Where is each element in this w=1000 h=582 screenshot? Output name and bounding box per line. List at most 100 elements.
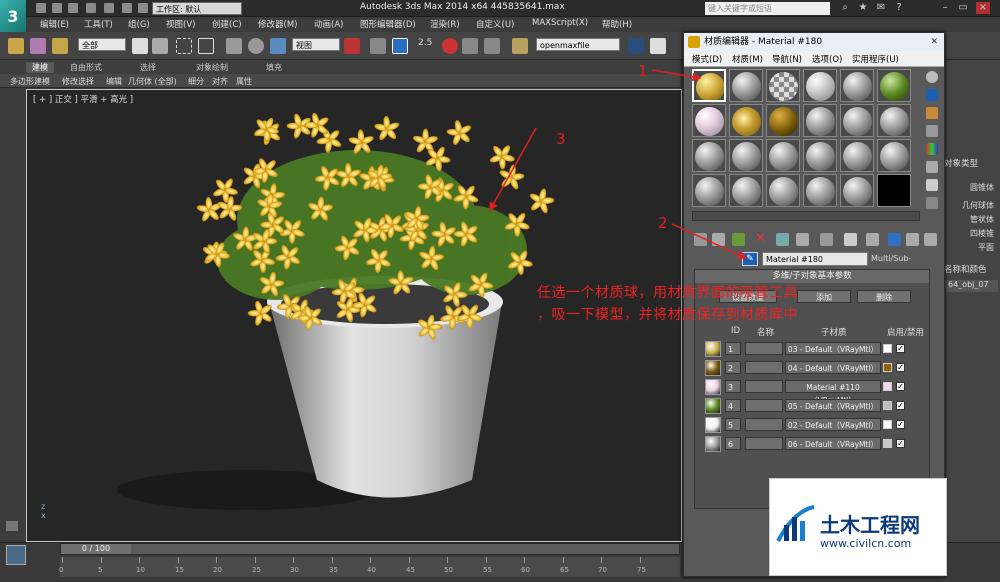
close-icon[interactable]: × bbox=[976, 2, 990, 14]
track-bar[interactable]: 0 5 10 15 20 25 30 35 40 45 50 55 60 65 70 75 bbox=[59, 557, 680, 577]
submaterial-id[interactable]: 3 bbox=[725, 380, 741, 393]
put-to-scene-icon[interactable] bbox=[712, 233, 725, 246]
ribbon-polygon-modeling[interactable]: 多边形建模 bbox=[10, 76, 50, 87]
options-icon[interactable] bbox=[926, 179, 938, 191]
assign-to-selection-icon[interactable] bbox=[732, 233, 745, 246]
video-color-check-icon[interactable] bbox=[926, 143, 938, 155]
material-name-field[interactable]: Material #180 bbox=[762, 252, 868, 266]
hold-icon[interactable] bbox=[122, 3, 132, 13]
search-icon[interactable]: ⌕ bbox=[838, 2, 852, 14]
slot-scrollbar-horizontal[interactable] bbox=[692, 211, 920, 221]
snap-toggle-label[interactable]: 2.5 bbox=[418, 38, 432, 48]
me-menu-material[interactable]: 材质(M) bbox=[732, 53, 763, 65]
select-by-material-icon[interactable] bbox=[926, 197, 938, 209]
rect-selection-icon[interactable] bbox=[176, 38, 192, 54]
move-icon[interactable] bbox=[226, 38, 242, 54]
material-editor-close-icon[interactable]: ✕ bbox=[930, 33, 938, 51]
submaterial-name-field[interactable] bbox=[745, 437, 783, 450]
submaterial-color-swatch[interactable] bbox=[883, 363, 892, 372]
time-slider-thumb[interactable]: 0 / 100 bbox=[61, 544, 131, 554]
make-unique-icon[interactable] bbox=[776, 233, 789, 246]
sample-slot[interactable] bbox=[803, 104, 837, 137]
sample-slot[interactable] bbox=[766, 139, 800, 172]
pivot-icon[interactable] bbox=[344, 38, 360, 54]
me-menu-options[interactable]: 选项(O) bbox=[812, 53, 842, 65]
ribbon-tab-object-paint[interactable]: 对象绘制 bbox=[196, 62, 228, 73]
keyboard-shortcut-override-icon[interactable] bbox=[392, 38, 408, 54]
submaterial-swatch[interactable] bbox=[705, 360, 721, 376]
sample-slot[interactable] bbox=[729, 104, 763, 137]
ribbon-tab-freeform[interactable]: 自由形式 bbox=[70, 62, 102, 73]
me-menu-utilities[interactable]: 实用程序(U) bbox=[852, 53, 899, 65]
fetch-icon[interactable] bbox=[138, 3, 148, 13]
sample-slot[interactable] bbox=[877, 69, 911, 102]
unlink-icon[interactable] bbox=[30, 38, 46, 54]
select-object-icon[interactable] bbox=[132, 38, 148, 54]
submaterial-name-field[interactable] bbox=[745, 342, 783, 355]
redo-icon[interactable] bbox=[104, 3, 114, 13]
menu-edit[interactable]: 编辑(E) bbox=[40, 18, 69, 30]
me-menu-modes[interactable]: 模式(D) bbox=[692, 53, 722, 65]
menu-group[interactable]: 组(G) bbox=[128, 18, 150, 30]
me-menu-navigation[interactable]: 导航(N) bbox=[772, 53, 802, 65]
sample-slot[interactable] bbox=[692, 104, 726, 137]
submaterial-name-field[interactable] bbox=[745, 418, 783, 431]
sample-slot[interactable] bbox=[840, 174, 874, 207]
menu-help[interactable]: 帮助(H) bbox=[602, 18, 632, 30]
menu-rendering[interactable]: 渲染(R) bbox=[430, 18, 460, 30]
menu-modifiers[interactable]: 修改器(M) bbox=[258, 18, 297, 30]
selection-filter-dropdown[interactable]: 全部 bbox=[78, 38, 126, 51]
sample-type-icon[interactable] bbox=[926, 71, 938, 83]
col-name-header[interactable]: 名称 bbox=[757, 326, 774, 338]
minimize-icon[interactable]: – bbox=[938, 2, 952, 14]
submaterial-enable-checkbox[interactable]: ✓ bbox=[896, 344, 905, 353]
save-file-icon[interactable] bbox=[68, 3, 78, 13]
mini-listener-icon[interactable] bbox=[6, 545, 26, 565]
sample-slot[interactable] bbox=[766, 69, 800, 102]
align-icon[interactable] bbox=[650, 38, 666, 54]
submaterial-button[interactable]: 06 - Default（VRayMtl） bbox=[785, 437, 881, 450]
submaterial-enable-checkbox[interactable]: ✓ bbox=[896, 401, 905, 410]
submaterial-color-swatch[interactable] bbox=[883, 401, 892, 410]
sample-slot[interactable] bbox=[840, 69, 874, 102]
ribbon-align[interactable]: 对齐 bbox=[212, 76, 228, 87]
window-crossing-icon[interactable] bbox=[198, 38, 214, 54]
3dsmax-logo-icon[interactable]: 3 bbox=[0, 0, 26, 34]
submaterial-swatch[interactable] bbox=[705, 417, 721, 433]
sample-slot[interactable] bbox=[766, 104, 800, 137]
menu-animation[interactable]: 动画(A) bbox=[314, 18, 343, 30]
submaterial-name-field[interactable] bbox=[745, 399, 783, 412]
time-slider[interactable]: 0 / 100 bbox=[60, 543, 680, 555]
help-search-input[interactable]: 键入关键字或短语 bbox=[705, 2, 830, 15]
scale-icon[interactable] bbox=[270, 38, 286, 54]
ribbon-subdivision[interactable]: 细分 bbox=[188, 76, 204, 87]
submaterial-color-swatch[interactable] bbox=[883, 420, 892, 429]
reset-map-icon[interactable]: ✕ bbox=[754, 232, 767, 246]
submaterial-button[interactable]: 02 - Default（VRayMtl） bbox=[785, 418, 881, 431]
submaterial-enable-checkbox[interactable]: ✓ bbox=[896, 363, 905, 372]
submaterial-button[interactable]: 04 - Default（VRayMtl） bbox=[785, 361, 881, 374]
subscription-icon[interactable]: ★ bbox=[856, 2, 870, 14]
make-preview-icon[interactable] bbox=[926, 161, 938, 173]
submaterial-swatch[interactable] bbox=[705, 379, 721, 395]
percent-snap-icon[interactable] bbox=[462, 38, 478, 54]
ribbon-geometry-all[interactable]: 几何体 (全部) bbox=[128, 76, 177, 87]
workspace-dropdown[interactable]: 工作区: 默认 bbox=[152, 2, 242, 15]
material-map-navigator-icon[interactable] bbox=[924, 233, 937, 246]
submaterial-color-swatch[interactable] bbox=[883, 439, 892, 448]
material-type-button[interactable]: Multi/Sub-Object bbox=[871, 252, 933, 277]
sample-slot[interactable] bbox=[877, 104, 911, 137]
submaterial-id[interactable]: 1 bbox=[725, 342, 741, 355]
object-name-field[interactable]: 64_obj_07 bbox=[946, 280, 998, 292]
menu-customize[interactable]: 自定义(U) bbox=[476, 18, 514, 30]
menu-views[interactable]: 视图(V) bbox=[166, 18, 195, 30]
submaterial-color-swatch[interactable] bbox=[883, 382, 892, 391]
background-icon[interactable] bbox=[926, 107, 938, 119]
link-icon[interactable] bbox=[8, 38, 24, 54]
sample-slot[interactable] bbox=[692, 139, 726, 172]
ribbon-modify-selection[interactable]: 修改选择 bbox=[62, 76, 94, 87]
sample-slot[interactable] bbox=[729, 174, 763, 207]
menu-tools[interactable]: 工具(T) bbox=[84, 18, 113, 30]
go-to-parent-icon[interactable] bbox=[888, 233, 901, 246]
show-in-viewport-icon[interactable] bbox=[844, 233, 857, 246]
